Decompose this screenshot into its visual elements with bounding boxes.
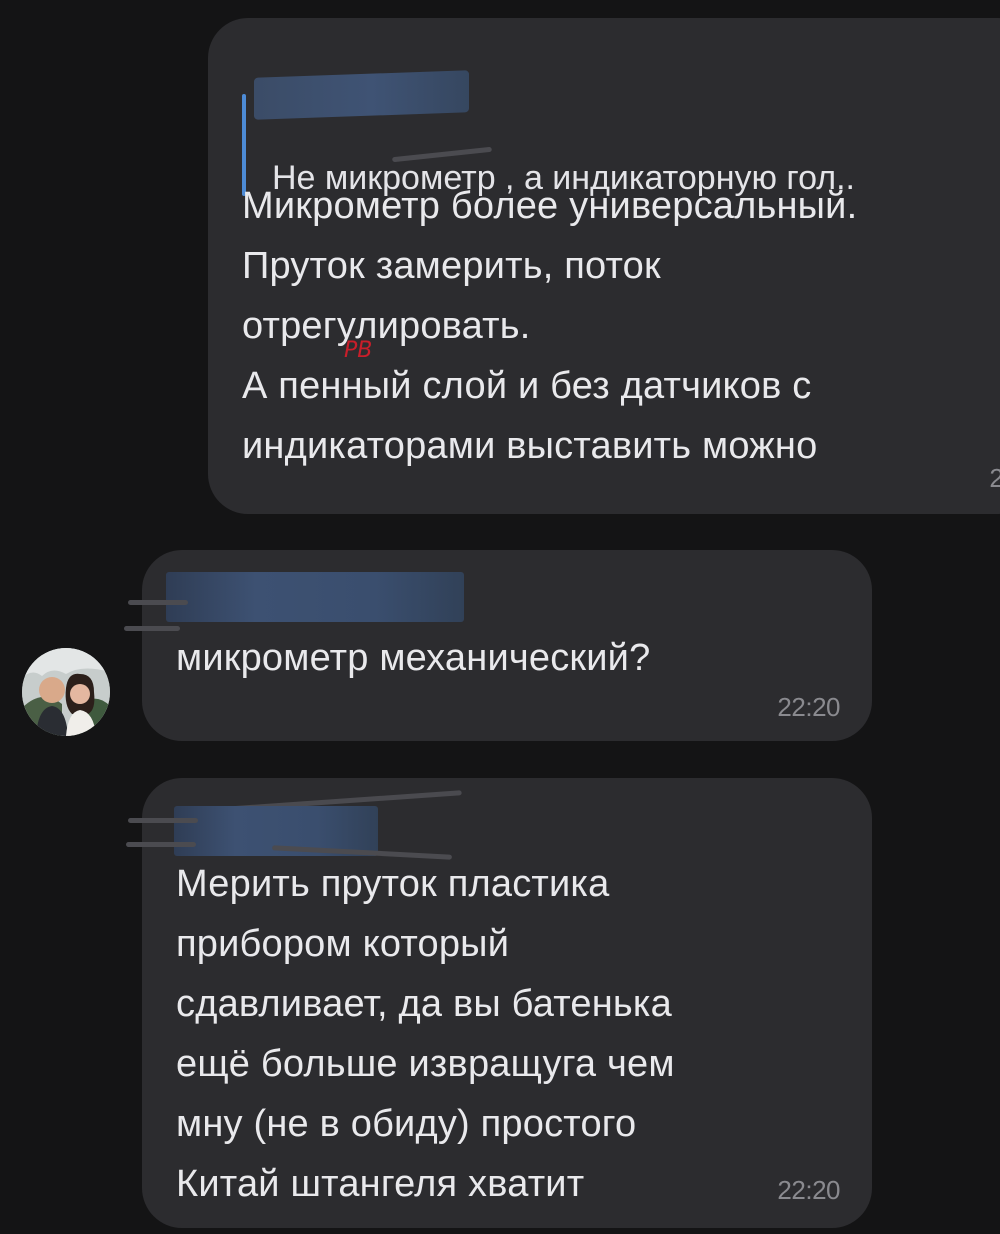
sender-avatar[interactable] <box>22 648 110 736</box>
message-time: 22:20 <box>777 1175 840 1205</box>
redaction-scratch <box>128 818 198 823</box>
message-time: 22:20 <box>777 692 840 722</box>
redacted-sender-name <box>166 572 464 622</box>
message-bubble-incoming[interactable]: микрометр механический? 22:20 <box>124 550 872 741</box>
message-text: Микрометр более универсальный. Пруток за… <box>242 185 858 467</box>
redaction-scratch <box>126 842 196 847</box>
reply-quote[interactable]: Не микрометр , а индикаторную гол.. <box>242 70 1000 197</box>
handwritten-annotation: PB <box>344 338 373 363</box>
redacted-quote-author <box>254 70 469 120</box>
redaction-scratch <box>128 600 188 605</box>
message-bubble-outgoing[interactable]: Не микрометр , а индикаторную гол.. Микр… <box>208 18 1000 514</box>
message-text: микрометр механический? <box>176 637 651 679</box>
message-bubble-incoming[interactable]: Мерить пруток пластика прибором который … <box>126 778 872 1228</box>
message-text: Мерить пруток пластика прибором который … <box>176 863 675 1205</box>
redaction-scratch <box>124 626 180 631</box>
avatar-photo-icon <box>22 648 110 736</box>
message-time: 22:1 <box>989 463 1000 493</box>
chat-screen: Не микрометр , а индикаторную гол.. Микр… <box>0 0 1000 1234</box>
